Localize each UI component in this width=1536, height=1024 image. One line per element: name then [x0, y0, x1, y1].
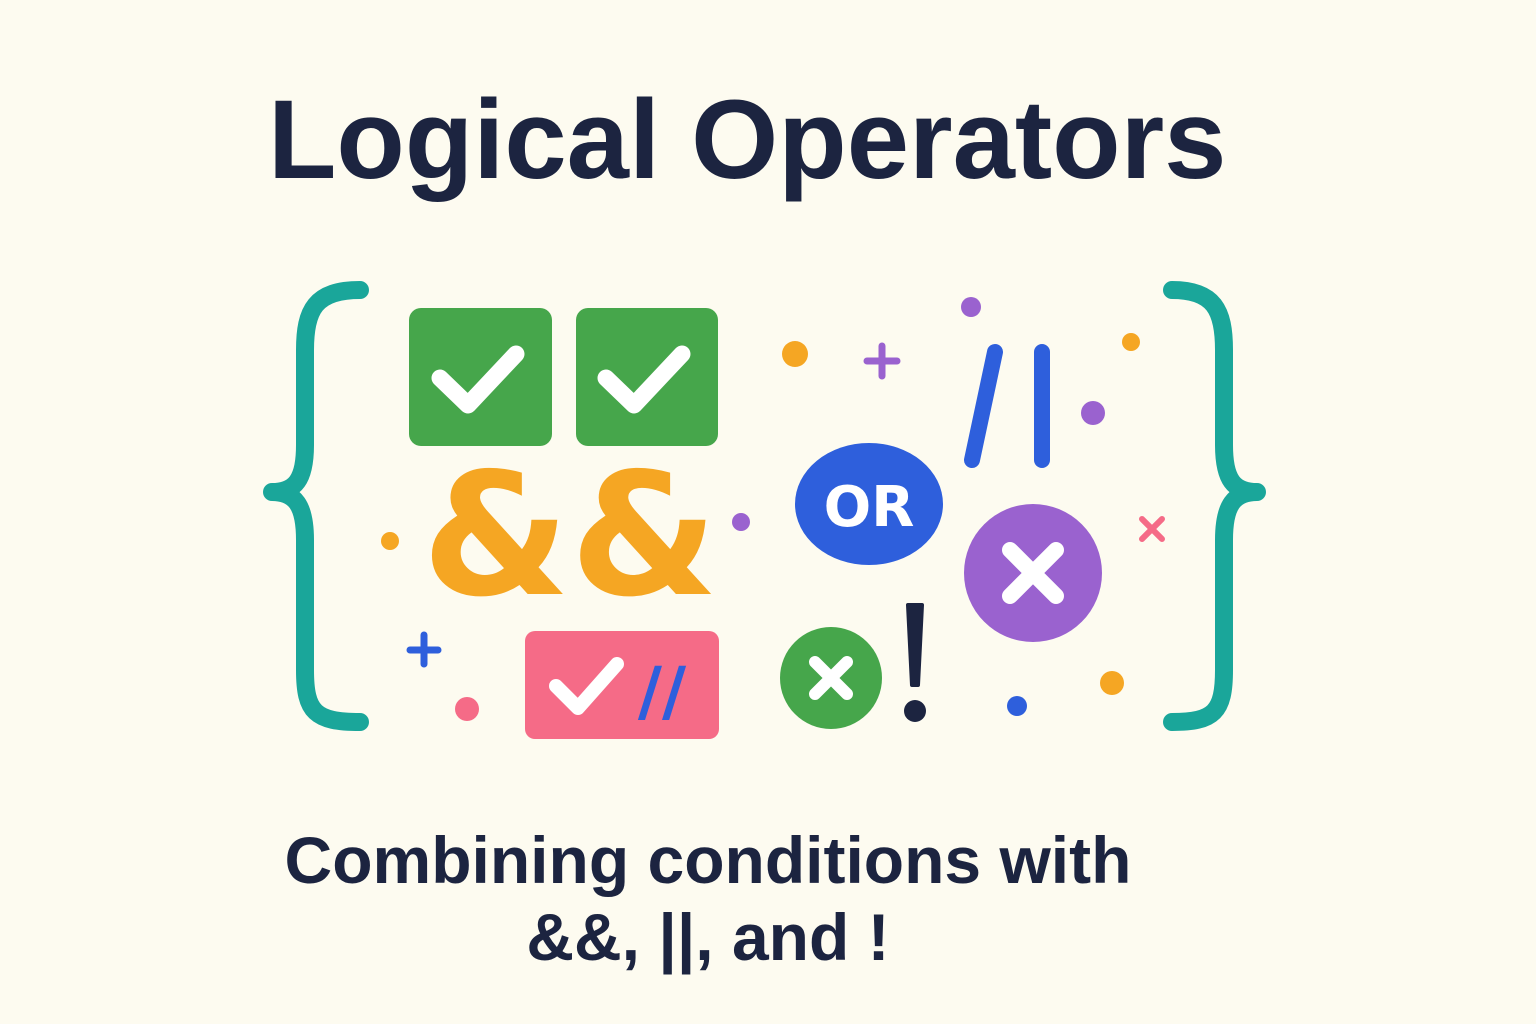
subtitle: Combining conditions with &&, ||, and !: [268, 822, 1148, 975]
subtitle-line-1: Combining conditions with: [284, 823, 1132, 897]
confetti-dot-icon: [1081, 401, 1105, 425]
check-box-icon: [409, 308, 552, 446]
confetti-dot-icon: [455, 697, 479, 721]
confetti-dot-icon: [961, 297, 981, 317]
or-badge: OR: [795, 443, 943, 565]
plus-sparkle-icon: [863, 342, 901, 380]
confetti-dot-icon: [1100, 671, 1124, 695]
and-operator: &&: [422, 437, 719, 635]
or-operator: [964, 344, 1050, 468]
confetti-dot-icon: [1007, 696, 1027, 716]
cross-circle-icon: [780, 627, 882, 729]
subtitle-line-2: &&, ||, and !: [526, 899, 890, 974]
curly-brace-left-icon: [263, 281, 369, 731]
confetti-dot-icon: [1122, 333, 1140, 351]
confetti-dot-icon: [381, 532, 399, 550]
plus-sparkle-icon: [406, 631, 442, 668]
pink-badge-operator: //: [638, 653, 687, 730]
curly-brace-right-icon: [1163, 281, 1266, 731]
or-label: OR: [824, 475, 915, 540]
confetti-dot-icon: [732, 513, 750, 531]
cross-sparkle-icon: [1139, 516, 1165, 542]
check-box-icon: [576, 308, 718, 446]
not-operator: [904, 603, 926, 722]
confetti-dot-icon: [782, 341, 808, 367]
cross-circle-icon: [964, 504, 1102, 642]
pink-badge: //: [525, 631, 719, 739]
